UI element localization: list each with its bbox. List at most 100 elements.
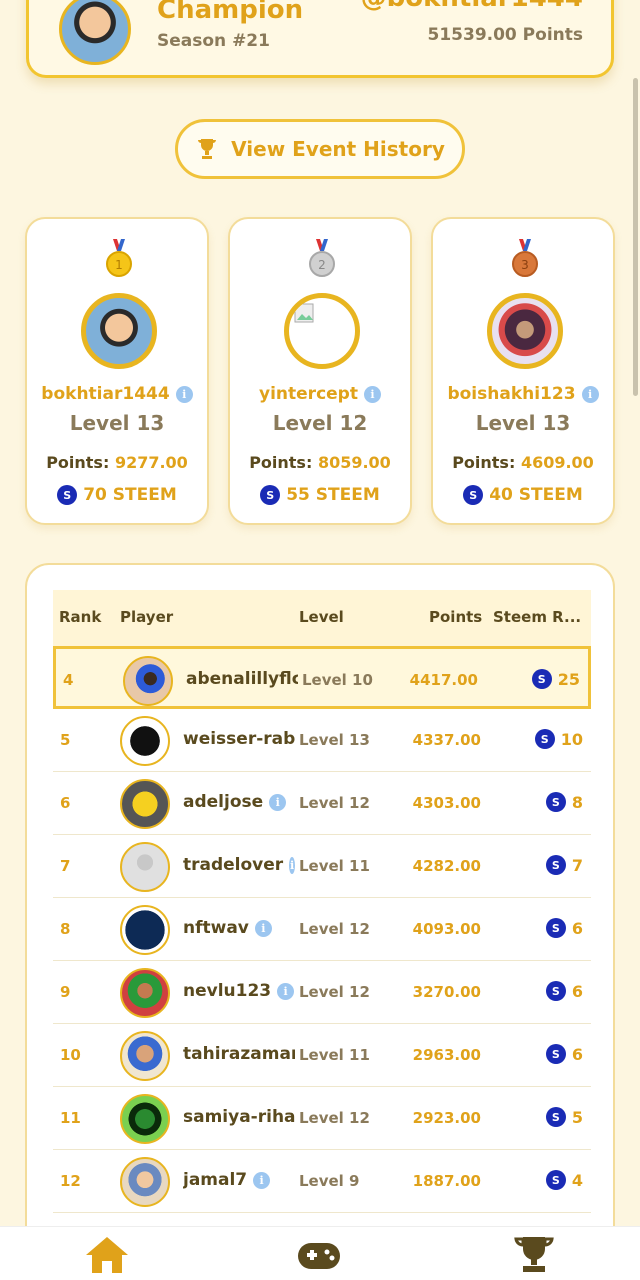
row-level: Level 12 (299, 983, 370, 1001)
leaderboard-table: Rank Player Level Points Steem R... 4 abe… (25, 563, 615, 1280)
row-level: Level 13 (299, 731, 370, 749)
row-level: Level 12 (299, 794, 370, 812)
steem-icon: S (545, 1170, 566, 1190)
info-icon[interactable]: i (581, 385, 599, 403)
row-steem-reward: S 25 (531, 669, 580, 689)
row-player-name[interactable]: weisser-rabe (183, 729, 295, 749)
steem-icon: S (463, 485, 484, 505)
silver-medal-icon: 2 (309, 239, 335, 277)
steem-icon: S (545, 792, 566, 812)
row-rank: 11 (60, 1109, 81, 1127)
header-level[interactable]: Level (299, 608, 344, 626)
podium-card-third[interactable]: 3 boishakhi123 i Level 13 Points: 4609.0… (431, 217, 615, 525)
avatar (120, 968, 170, 1018)
row-player-name[interactable]: jamal7 (183, 1170, 247, 1190)
table-row[interactable]: 4 abenalillyflc Level 10 4417.00 S 25 (53, 646, 591, 709)
podium-steem-reward: S 40 STEEM (433, 485, 613, 505)
view-event-history-label: View Event History (231, 137, 445, 161)
trophy-icon (198, 139, 217, 159)
row-points: 4417.00 (409, 671, 478, 689)
row-steem-reward: S6 (545, 1044, 583, 1064)
row-points: 2963.00 (412, 1046, 481, 1064)
row-player-name[interactable]: tahirazamar (183, 1044, 295, 1064)
champion-points: 51539.00 Points (427, 25, 584, 45)
header-points[interactable]: Points (429, 608, 482, 626)
champion-season: Season #21 (157, 31, 270, 51)
bronze-medal-icon: 3 (512, 239, 538, 277)
header-player[interactable]: Player (120, 608, 173, 626)
avatar (120, 1031, 170, 1081)
table-row[interactable]: 10 tahirazamar Level 11 2963.00 S 6 (53, 1024, 591, 1087)
steem-icon: S (260, 485, 281, 505)
podium-card-second[interactable]: 2 yintercept i Level 12 Points: 8059.00 … (228, 217, 412, 525)
row-points: 4282.00 (412, 857, 481, 875)
view-event-history-button[interactable]: View Event History (175, 119, 465, 179)
avatar (120, 1157, 170, 1207)
table-row[interactable]: 12 jamal7 i Level 9 1887.00 S 4 (53, 1150, 591, 1213)
row-player-name[interactable]: tradelover (183, 855, 283, 875)
steem-icon: S (545, 1107, 566, 1127)
table-row[interactable]: 6 adeljose i Level 12 4303.00 S 8 (53, 772, 591, 835)
row-rank: 10 (60, 1046, 81, 1064)
champion-username: @bokhtiar1444 (361, 0, 583, 13)
row-level: Level 11 (299, 857, 370, 875)
info-icon[interactable]: i (254, 919, 272, 937)
row-steem-reward: S5 (545, 1107, 583, 1127)
table-row[interactable]: 5 weisser-rabe Level 13 4337.00 S 10 (53, 709, 591, 772)
info-icon[interactable]: i (253, 1171, 271, 1189)
info-icon[interactable]: i (363, 385, 381, 403)
avatar (120, 779, 170, 829)
podium-name[interactable]: boishakhi123 (447, 384, 575, 404)
champion-card: Champion Season #21 @bokhtiar1444 51539.… (26, 0, 614, 78)
svg-text:1: 1 (115, 258, 123, 272)
podium-points: Points: 8059.00 (249, 453, 391, 472)
row-player-name[interactable]: abenalillyflc (186, 669, 298, 689)
podium-steem-reward: S 55 STEEM (230, 485, 410, 505)
home-icon[interactable] (84, 1235, 130, 1275)
row-rank: 4 (63, 671, 74, 689)
table-row[interactable]: 11 samiya-riha Level 12 2923.00 S 5 (53, 1087, 591, 1150)
steem-icon: S (545, 981, 566, 1001)
info-icon[interactable]: i (175, 385, 193, 403)
steem-icon: S (545, 855, 566, 875)
podium-name[interactable]: yintercept (259, 384, 358, 404)
steem-icon: S (531, 669, 552, 689)
row-steem-reward: S4 (545, 1170, 583, 1190)
row-level: Level 11 (299, 1046, 370, 1064)
table-row[interactable]: 9 nevlu123 i Level 12 3270.00 S 6 (53, 961, 591, 1024)
row-player-name[interactable]: nftwav (183, 918, 249, 938)
trophy-icon[interactable] (511, 1235, 557, 1275)
table-row[interactable]: 7 tradelover i Level 11 4282.00 S 7 (53, 835, 591, 898)
row-rank: 7 (60, 857, 71, 875)
row-player-name[interactable]: samiya-riha (183, 1107, 295, 1127)
row-rank: 8 (60, 920, 71, 938)
info-icon[interactable]: i (277, 982, 295, 1000)
info-icon[interactable]: i (289, 856, 295, 874)
scrollbar[interactable] (633, 78, 638, 396)
row-player-name[interactable]: adeljose (183, 792, 263, 812)
row-points: 4337.00 (412, 731, 481, 749)
header-steem-reward[interactable]: Steem R... (493, 608, 581, 626)
podium-level: Level 13 (475, 411, 571, 435)
row-rank: 6 (60, 794, 71, 812)
gamepad-icon[interactable] (296, 1235, 342, 1275)
avatar (487, 293, 563, 369)
bottom-navigation (0, 1226, 640, 1280)
podium-card-first[interactable]: 1 bokhtiar1444 i Level 13 Points: 9277.0… (25, 217, 209, 525)
row-rank: 9 (60, 983, 71, 1001)
row-points: 2923.00 (412, 1109, 481, 1127)
row-steem-reward: S8 (545, 792, 583, 812)
table-row[interactable]: 8 nftwav i Level 12 4093.00 S 6 (53, 898, 591, 961)
row-rank: 12 (60, 1172, 81, 1190)
row-player-name[interactable]: nevlu123 (183, 981, 271, 1001)
info-icon[interactable]: i (269, 793, 287, 811)
podium-name[interactable]: bokhtiar1444 (41, 384, 169, 404)
header-rank[interactable]: Rank (59, 608, 101, 626)
row-steem-reward: S 10 (534, 729, 583, 749)
gold-medal-icon: 1 (106, 239, 132, 277)
avatar (81, 293, 157, 369)
row-points: 3270.00 (412, 983, 481, 1001)
podium-level: Level 13 (69, 411, 165, 435)
steem-icon: S (57, 485, 78, 505)
champion-title: Champion (157, 0, 304, 25)
